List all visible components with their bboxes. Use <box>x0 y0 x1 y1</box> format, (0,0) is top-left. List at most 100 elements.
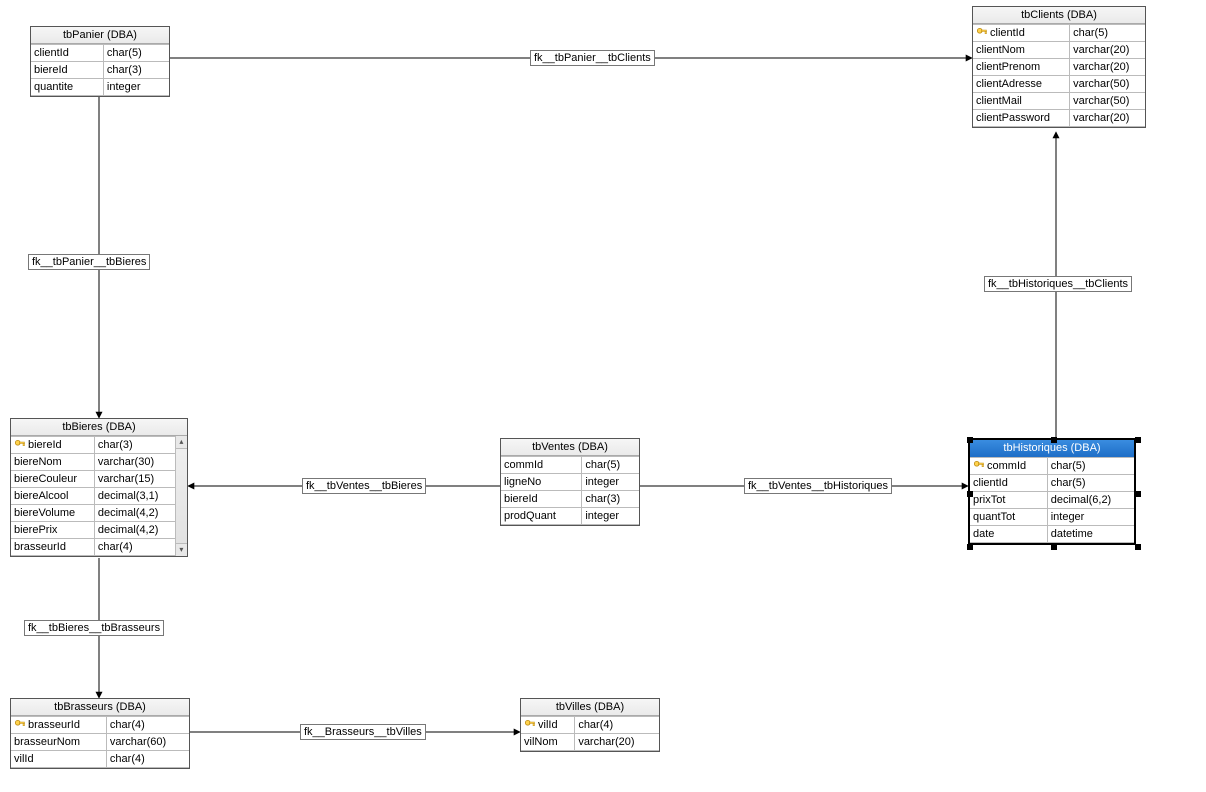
column-type: integer <box>585 510 619 522</box>
table-row[interactable]: ligneNo integer <box>501 474 639 491</box>
table-row[interactable]: biereCouleurvarchar(15) <box>11 471 175 488</box>
table-row[interactable]: clientMailvarchar(50) <box>973 93 1145 110</box>
table-row[interactable]: vilIdchar(4) <box>521 717 659 734</box>
table-row[interactable]: quantiteinteger <box>31 79 169 96</box>
column-type: decimal(3,1) <box>98 490 159 502</box>
table-row[interactable]: prixTotdecimal(6,2) <box>970 492 1134 509</box>
column-type: varchar(20) <box>1073 44 1129 56</box>
entity-title[interactable]: tbVentes (DBA) <box>501 439 639 456</box>
column-name: brasseurNom <box>14 736 80 748</box>
pk-key-icon <box>14 439 26 451</box>
pk-key-icon <box>524 719 536 731</box>
entity-title[interactable]: tbPanier (DBA) <box>31 27 169 44</box>
column-type: char(5) <box>107 47 142 59</box>
columns-table: clientId char(5) biereIdchar(3)quantiteint… <box>31 44 169 96</box>
column-name: brasseurId <box>14 541 66 553</box>
column-type: char(5) <box>1073 27 1108 39</box>
entity-tbClients[interactable]: tbClients (DBA) clientId char(5) clientNomv… <box>972 6 1146 128</box>
table-row[interactable]: biereIdchar(3) <box>31 62 169 79</box>
table-row[interactable]: biereIdchar(3) <box>501 491 639 508</box>
selection-handle[interactable] <box>1135 437 1141 443</box>
entity-title[interactable]: tbVilles (DBA) <box>521 699 659 716</box>
column-name: clientAdresse <box>976 78 1042 90</box>
column-type: varchar(50) <box>1073 78 1129 90</box>
column-type: decimal(4,2) <box>98 507 159 519</box>
column-name: clientId <box>990 27 1025 39</box>
table-row[interactable]: clientAdresse varchar(50) <box>973 76 1145 93</box>
entity-tbVilles[interactable]: tbVilles (DBA)vilIdchar(4)vilNomvarchar(… <box>520 698 660 752</box>
column-type: varchar(20) <box>1073 112 1129 124</box>
table-row[interactable]: brasseurIdchar(4) <box>11 539 175 556</box>
entity-title[interactable]: tbBieres (DBA) <box>11 419 187 436</box>
table-row[interactable]: biereNomvarchar(30) <box>11 454 175 471</box>
table-row[interactable]: biereVolumedecimal(4,2) <box>11 505 175 522</box>
column-type: datetime <box>1051 528 1093 540</box>
scroll-up-icon[interactable]: ▴ <box>176 436 187 449</box>
selection-handle[interactable] <box>967 491 973 497</box>
entity-tbBrasseurs[interactable]: tbBrasseurs (DBA)brasseurIdchar(4)brasse… <box>10 698 190 769</box>
scrollbar[interactable]: ▴▾ <box>175 436 187 556</box>
entity-tbPanier[interactable]: tbPanier (DBA) clientId char(5) biereIdchar… <box>30 26 170 97</box>
table-row[interactable]: brasseurNomvarchar(60) <box>11 734 189 751</box>
column-name: biereId <box>34 64 68 76</box>
table-row[interactable]: quantTotinteger <box>970 509 1134 526</box>
table-row[interactable]: clientIdchar(5) <box>970 475 1134 492</box>
table-row[interactable]: brasseurIdchar(4) <box>11 717 189 734</box>
table-row[interactable]: clientPasswordvarchar(20) <box>973 110 1145 127</box>
column-type: decimal(4,2) <box>98 524 159 536</box>
column-type: char(4) <box>110 753 145 765</box>
column-name: clientMail <box>976 95 1022 107</box>
selection-handle[interactable] <box>1135 544 1141 550</box>
columns-table: biereId char(3) biereNomvarchar(30)biereCo… <box>11 436 175 556</box>
fk-label-panier-bieres: fk__tbPanier__tbBieres <box>28 254 150 270</box>
column-type: decimal(6,2) <box>1051 494 1112 506</box>
selection-handle[interactable] <box>1051 437 1057 443</box>
fk-label-panier-clients: fk__tbPanier__tbClients <box>530 50 655 66</box>
column-name: biereId <box>28 439 62 451</box>
columns-table: vilIdchar(4)vilNomvarchar(20) <box>521 716 659 751</box>
column-name: bierePrix <box>14 524 57 536</box>
table-row[interactable]: biereAlcool decimal(3,1) <box>11 488 175 505</box>
table-row[interactable]: vilId char(4) <box>11 751 189 768</box>
column-type: varchar(20) <box>578 736 634 748</box>
column-type: integer <box>585 476 619 488</box>
column-name: prodQuant <box>504 510 556 522</box>
column-name: biereId <box>504 493 538 505</box>
selection-handle[interactable] <box>967 544 973 550</box>
entity-tbBieres[interactable]: tbBieres (DBA) biereId char(3) biereNomvarc… <box>10 418 188 557</box>
entity-tbHistoriques[interactable]: tbHistoriques (DBA)commIdchar(5)clientId… <box>968 438 1136 545</box>
fk-label-ventes-historiques: fk__tbVentes__tbHistoriques <box>744 478 892 494</box>
column-type: integer <box>107 81 141 93</box>
table-row[interactable]: prodQuant integer <box>501 508 639 525</box>
table-row[interactable]: clientId char(5) <box>31 45 169 62</box>
table-row[interactable]: commIdchar(5) <box>501 457 639 474</box>
selection-handle[interactable] <box>1135 491 1141 497</box>
table-row[interactable]: datedatetime <box>970 526 1134 543</box>
entity-title[interactable]: tbBrasseurs (DBA) <box>11 699 189 716</box>
scroll-down-icon[interactable]: ▾ <box>176 543 187 556</box>
column-name: vilId <box>14 753 34 765</box>
column-name: commId <box>987 460 1026 472</box>
selection-handle[interactable] <box>967 437 973 443</box>
column-type: char(5) <box>1051 460 1086 472</box>
column-type: char(5) <box>585 459 620 471</box>
entity-title[interactable]: tbClients (DBA) <box>973 7 1145 24</box>
table-row[interactable]: vilNomvarchar(20) <box>521 734 659 751</box>
column-name: biereAlcool <box>14 490 68 502</box>
table-row[interactable]: biereId char(3) <box>11 437 175 454</box>
table-row[interactable]: clientNomvarchar(20) <box>973 42 1145 59</box>
column-name: quantTot <box>973 511 1015 523</box>
table-row[interactable]: clientId char(5) <box>973 25 1145 42</box>
pk-key-icon <box>14 719 26 731</box>
fk-label-bieres-brasseurs: fk__tbBieres__tbBrasseurs <box>24 620 164 636</box>
column-name: ligneNo <box>504 476 541 488</box>
entity-tbVentes[interactable]: tbVentes (DBA)commIdchar(5) ligneNo intege… <box>500 438 640 526</box>
table-row[interactable]: commId char(5) <box>970 458 1134 475</box>
column-name: biereNom <box>14 456 62 468</box>
table-row[interactable]: clientPrenomvarchar(20) <box>973 59 1145 76</box>
column-type: char(3) <box>98 439 133 451</box>
selection-handle[interactable] <box>1051 544 1057 550</box>
column-name: clientId <box>34 47 69 59</box>
scroll-track[interactable] <box>176 449 187 543</box>
table-row[interactable]: bierePrix decimal(4,2) <box>11 522 175 539</box>
